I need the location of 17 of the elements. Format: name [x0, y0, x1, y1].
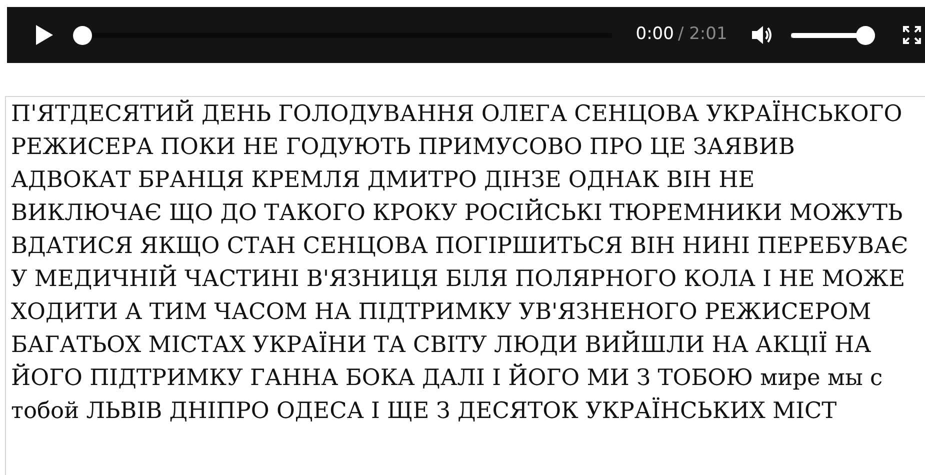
- transcript-line: ХОДИТИ А ТИМ ЧАСОМ НА ПІДТРИМКУ УВ'ЯЗНЕНОГО РЕЖИСЕРОМ: [11, 298, 872, 327]
- transcript-line: БАГАТЬОХ МІСТАХ УКРАЇНИ ТА СВІТУ ЛЮДИ ВИЙШЛИ НА АКЦІЇ НА: [11, 330, 872, 360]
- transcript-line: тобой ЛЬВІВ ДНІПРО ОДЕСА І ЩЕ З ДЕСЯТОК УКРАЇНСЬКИХ МІСТ: [11, 396, 837, 426]
- play-icon[interactable]: [33, 24, 55, 46]
- volume-thumb[interactable]: [856, 26, 876, 44]
- transcript-line: П'ЯТДЕСЯТИЙ ДЕНЬ ГОЛОДУВАННЯ ОЛЕГА СЕНЦОВА УКРАЇНСЬКОГО: [11, 98, 902, 129]
- speaker-icon[interactable]: [751, 25, 774, 45]
- transcript-line: РЕЖИСЕРА ПОКИ НЕ ГОДУЮТЬ ПРИМУСОВО ПРО ЦЕ ЗАЯВИВ: [11, 133, 795, 162]
- seek-thumb[interactable]: [72, 26, 92, 44]
- transcript-line: У МЕДИЧНІЙ ЧАСТИНІ В'ЯЗНИЦЯ БІЛЯ ПОЛЯРНОГО КОЛА І НЕ МОЖЕ: [11, 264, 905, 294]
- fullscreen-icon[interactable]: [903, 26, 921, 44]
- transcript-line: ВИКЛЮЧАЄ ЩО ДО ТАКОГО КРОКУ РОСІЙСЬКІ ТЮРЕМНИКИ МОЖУТЬ: [11, 198, 903, 228]
- duration: / 2:01: [678, 23, 728, 46]
- current-time: 0:00: [636, 23, 674, 46]
- transcript-line: ВДАТИСЯ ЯКЩО СТАН СЕНЦОВА ПОГІРШИТЬСЯ ВІН НИНІ ПЕРЕБУВАЄ: [11, 232, 908, 261]
- transcript-line: ЙОГО ПІДТРИМКУ ГАННА БОКА ДАЛІ І ЙОГО МИ З ТОБОЮ мире мы с: [11, 362, 883, 393]
- transcript-line: АДВОКАТ БРАНЦЯ КРЕМЛЯ ДМИТРО ДІНЗЕ ОДНАК ВІН НЕ: [11, 166, 755, 195]
